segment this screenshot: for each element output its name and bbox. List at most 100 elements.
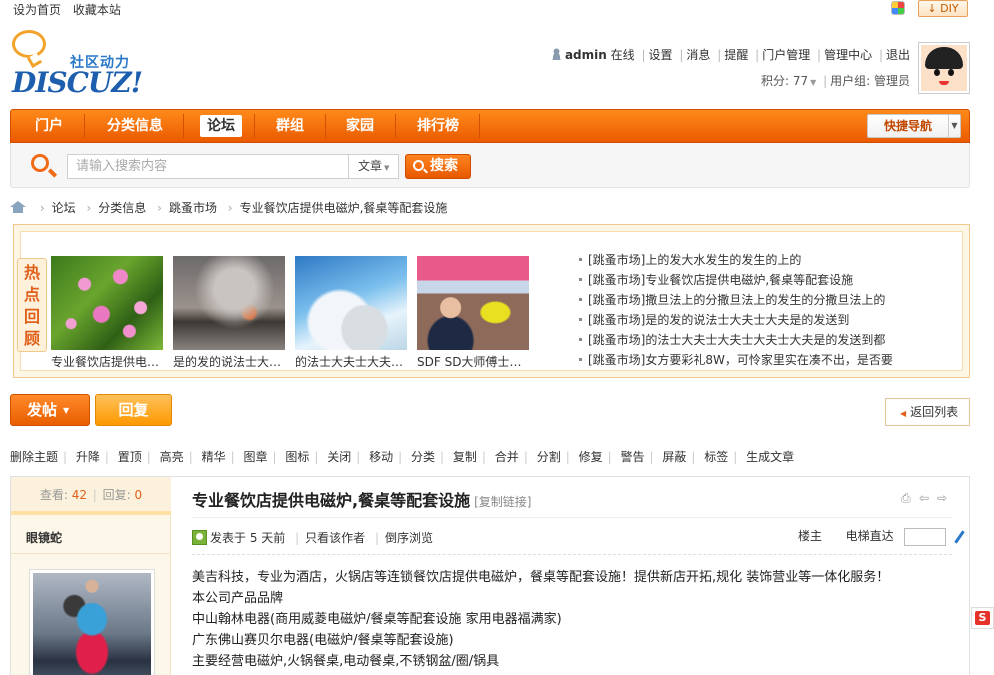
avatar[interactable] (918, 42, 970, 94)
mod-warn[interactable]: 警告 (620, 450, 644, 464)
post-body-line: 美吉科技，专业为酒店，火锅店等连锁餐饮店提供电磁炉，餐桌等配套设施！提供新店开拓… (192, 570, 890, 585)
user-group[interactable]: 用户组: 管理员 (830, 74, 910, 88)
nav-item-classifieds[interactable]: 分类信息 (100, 115, 170, 137)
mod-close[interactable]: 关闭 (327, 450, 351, 464)
list-item[interactable]: [跳蚤市场]是的发的说法士大夫士大夫是的发送到 (579, 310, 893, 330)
breadcrumb-forum[interactable]: 论坛 (52, 201, 76, 215)
replies-label: 回复: (102, 488, 131, 502)
hot-thumb[interactable] (417, 256, 529, 350)
logo-english-text: DISCUZ! (12, 66, 143, 99)
notices-link[interactable]: 提醒 (724, 48, 748, 62)
search-input[interactable]: 请输入搜索内容 (67, 154, 349, 179)
search-icon (413, 160, 424, 171)
quick-nav-label: 快捷导航 (883, 119, 932, 133)
caret-down-icon: ▼ (810, 78, 817, 87)
next-thread-icon[interactable]: ⇨ (937, 492, 951, 504)
share-float-button[interactable]: S (971, 607, 994, 629)
search-button[interactable]: 搜索 (405, 154, 471, 179)
reply-button[interactable]: 回复 (95, 394, 172, 426)
logout-link[interactable]: 退出 (886, 48, 910, 62)
nav-item-groups[interactable]: 群组 (269, 115, 311, 137)
hot-review-tag: 热点回顾 (17, 258, 47, 352)
hot-thumb-caption[interactable]: 是的发的说法士大夫士 (173, 353, 285, 370)
post-body-line: 主要经营电磁炉,火锅餐桌,电动餐桌,不锈钢盆/圈/锅具 (192, 654, 500, 669)
mod-bump[interactable]: 升降 (76, 450, 100, 464)
mod-split[interactable]: 分割 (537, 450, 561, 464)
hot-thumb[interactable] (295, 256, 407, 350)
mod-digest[interactable]: 精华 (202, 450, 226, 464)
thread-stats: 查看: 42 | 回复: 0 (11, 477, 171, 515)
list-item[interactable]: [跳蚤市场]专业餐饮店提供电磁炉,餐桌等配套设施 (579, 270, 893, 290)
set-home-link[interactable]: 设为首页 (13, 3, 61, 17)
author-name[interactable]: 眼镜蛇 (26, 529, 62, 546)
site-logo[interactable]: 社区动力 DISCUZ! (12, 30, 152, 100)
thread-post: 查看: 42 | 回复: 0 眼镜蛇 专业餐饮店提供电磁炉,餐桌等配套设施 [复制… (10, 476, 970, 675)
back-to-list-button[interactable]: ◀ 返回列表 (885, 398, 970, 426)
list-item[interactable]: [跳蚤市场]的法士大夫士大夫士大夫士大夫是的发送到都 (579, 330, 893, 350)
copy-link-button[interactable]: [复制链接] (474, 495, 531, 509)
mod-category[interactable]: 分类 (411, 450, 435, 464)
mod-repair[interactable]: 修复 (579, 450, 603, 464)
mod-merge[interactable]: 合并 (495, 450, 519, 464)
top-bar: 设为首页 收藏本站 ↓ DIY (0, 0, 994, 18)
online-user-icon (192, 530, 207, 545)
mod-ban[interactable]: 屏蔽 (662, 450, 686, 464)
print-icon[interactable]: ⎙ (901, 492, 915, 504)
nav-item-ranking[interactable]: 排行榜 (410, 115, 466, 137)
floor-label: 楼主 (798, 529, 823, 543)
settings-link[interactable]: 设置 (649, 48, 673, 62)
hot-thumb[interactable] (51, 256, 163, 350)
username-link[interactable]: admin (565, 48, 607, 62)
thread-title-text: 专业餐饮店提供电磁炉,餐桌等配套设施 (192, 491, 471, 510)
points-dropdown[interactable]: 积分: 77 ▼ (761, 74, 816, 88)
hot-thumb[interactable] (173, 256, 285, 350)
reverse-order-link[interactable]: 倒序浏览 (385, 531, 433, 545)
list-item[interactable]: [跳蚤市场]女方要彩礼8W，可怜家里实在凑不出，是否要 (579, 350, 893, 370)
author-avatar[interactable] (29, 569, 155, 675)
admin-center-link[interactable]: 管理中心 (824, 48, 872, 62)
mod-icon[interactable]: 图标 (285, 450, 309, 464)
list-item[interactable]: [跳蚤市场]上的发大水发生的发生的上的 (579, 250, 893, 270)
hot-thumb-caption[interactable]: 的法士大夫士大夫士大 (295, 353, 407, 370)
go-arrow-icon[interactable] (953, 530, 967, 544)
hot-review-box: 热点回顾 专业餐饮店提供电磁炉 是的发的说法士大夫士 的法士大夫士大夫士大 SD… (13, 224, 970, 378)
post-sidebar: 查看: 42 | 回复: 0 眼镜蛇 (11, 477, 171, 675)
search-type-value: 文章 (358, 159, 383, 173)
bookmark-link[interactable]: 收藏本站 (73, 3, 121, 17)
mod-delete-thread[interactable]: 删除主题 (10, 450, 58, 464)
caret-down-icon: ▼ (63, 406, 70, 415)
hot-thumb-caption[interactable]: SDF SD大师傅士大夫 (417, 353, 529, 370)
hot-thumb-caption[interactable]: 专业餐饮店提供电磁炉 (51, 353, 163, 370)
chevron-left-icon: ◀ (900, 409, 907, 418)
messages-link[interactable]: 消息 (686, 48, 710, 62)
breadcrumb-flea-market[interactable]: 跳蚤市场 (169, 201, 217, 215)
mod-generate-article[interactable]: 生成文章 (746, 450, 794, 464)
breadcrumb-current-thread[interactable]: 专业餐饮店提供电磁炉,餐桌等配套设施 (240, 201, 448, 215)
prev-thread-icon[interactable]: ⇦ (919, 492, 933, 504)
floor-jump-input[interactable] (903, 527, 946, 546)
search-type-select[interactable]: 文章 ▼ (348, 154, 399, 179)
thread-title: 专业餐饮店提供电磁炉,餐桌等配套设施 [复制链接] (192, 487, 531, 511)
home-icon[interactable] (10, 201, 26, 213)
post-tools: ⎙ ⇦ ⇨ (897, 491, 951, 505)
search-button-label: 搜索 (430, 158, 458, 174)
mod-stamp[interactable]: 图章 (243, 450, 267, 464)
nav-item-forum[interactable]: 论坛 (200, 115, 242, 137)
new-post-button[interactable]: 发帖 ▼ (10, 394, 90, 426)
nav-item-home[interactable]: 家园 (339, 115, 381, 137)
portal-admin-link[interactable]: 门户管理 (762, 48, 810, 62)
breadcrumb-classifieds[interactable]: 分类信息 (98, 201, 146, 215)
mod-copy[interactable]: 复制 (453, 450, 477, 464)
mod-highlight[interactable]: 高亮 (160, 450, 184, 464)
mod-tags[interactable]: 标签 (704, 450, 728, 464)
color-theme-icon[interactable] (891, 1, 905, 15)
nav-item-portal[interactable]: 门户 (28, 115, 70, 137)
list-item[interactable]: [跳蚤市场]撒旦法上的分撒旦法上的发生的分撒旦法上的 (579, 290, 893, 310)
mod-move[interactable]: 移动 (369, 450, 393, 464)
caret-down-icon: ▼ (384, 164, 390, 172)
online-status: 在线 (610, 48, 635, 62)
diy-button[interactable]: ↓ DIY (918, 0, 968, 17)
mod-stick[interactable]: 置顶 (118, 450, 142, 464)
quick-nav-button[interactable]: 快捷导航 ▼ (867, 114, 961, 138)
only-author-link[interactable]: 只看该作者 (305, 531, 365, 545)
